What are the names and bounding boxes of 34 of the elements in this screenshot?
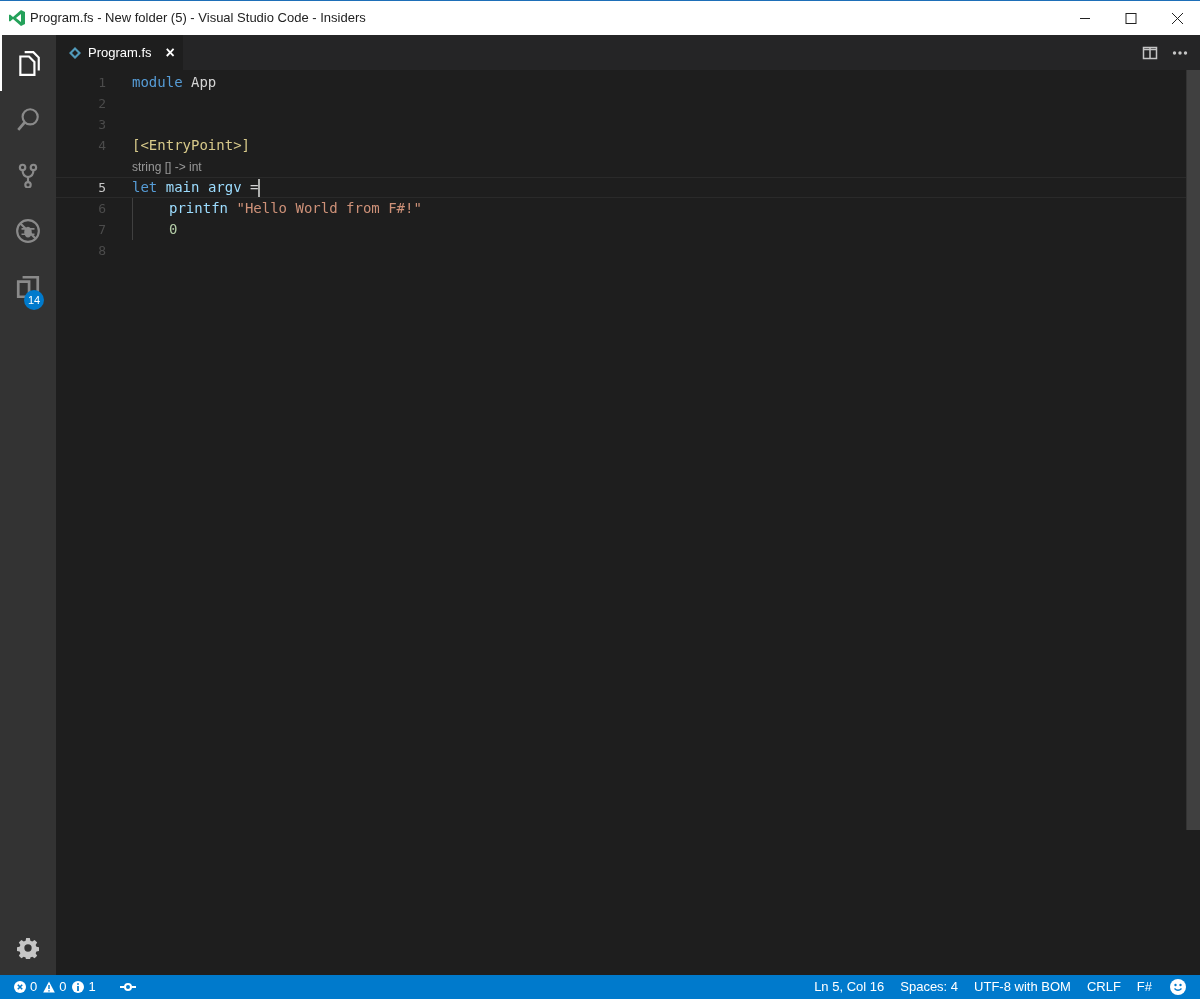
more-actions-icon[interactable] xyxy=(1172,49,1188,56)
line-number: 5 xyxy=(97,178,106,197)
error-count[interactable]: 0 xyxy=(30,977,38,997)
debug-icon[interactable] xyxy=(15,218,41,244)
status-item[interactable]: UTF-8 with BOM xyxy=(974,977,1071,997)
settings-icon[interactable] xyxy=(17,937,39,959)
files-icon[interactable] xyxy=(16,50,42,76)
fsharp-file-icon xyxy=(68,45,82,60)
warning-count[interactable]: 0 xyxy=(59,977,67,997)
status-item[interactable]: F# xyxy=(1136,977,1152,997)
sync-icon[interactable] xyxy=(119,982,136,992)
search-icon[interactable] xyxy=(15,106,41,132)
code-line: 0 xyxy=(169,220,178,239)
editor-tab[interactable]: Program.fs × xyxy=(56,35,183,70)
code-line: printfn "Hello World from F#!" xyxy=(169,199,422,218)
status-item[interactable]: Ln 5, Col 16 xyxy=(814,977,885,997)
info-icon xyxy=(72,981,85,993)
text-cursor xyxy=(258,178,261,197)
status-item[interactable]: CRLF xyxy=(1086,977,1121,997)
status-item[interactable]: Spaces: 4 xyxy=(900,977,959,997)
scrollbar[interactable] xyxy=(1186,70,1200,830)
info-count[interactable]: 1 xyxy=(88,977,96,997)
code-line: let main argv = xyxy=(132,178,259,197)
app-logo-icon xyxy=(8,9,26,27)
error-icon xyxy=(14,981,26,993)
codelens-annotation[interactable]: string [] -> int xyxy=(132,157,202,176)
split-editor-icon[interactable] xyxy=(1142,44,1158,61)
count-badge: 14 xyxy=(24,290,45,310)
code-line: [<EntryPoint>] xyxy=(132,136,250,155)
code-line: module App xyxy=(132,73,217,92)
window-title: Program.fs - New folder (5) - Visual Studio Code - Insiders xyxy=(30,9,366,28)
warning-icon xyxy=(43,981,56,993)
tab-close-button[interactable]: × xyxy=(165,44,175,61)
smiley-icon[interactable] xyxy=(1170,979,1186,995)
